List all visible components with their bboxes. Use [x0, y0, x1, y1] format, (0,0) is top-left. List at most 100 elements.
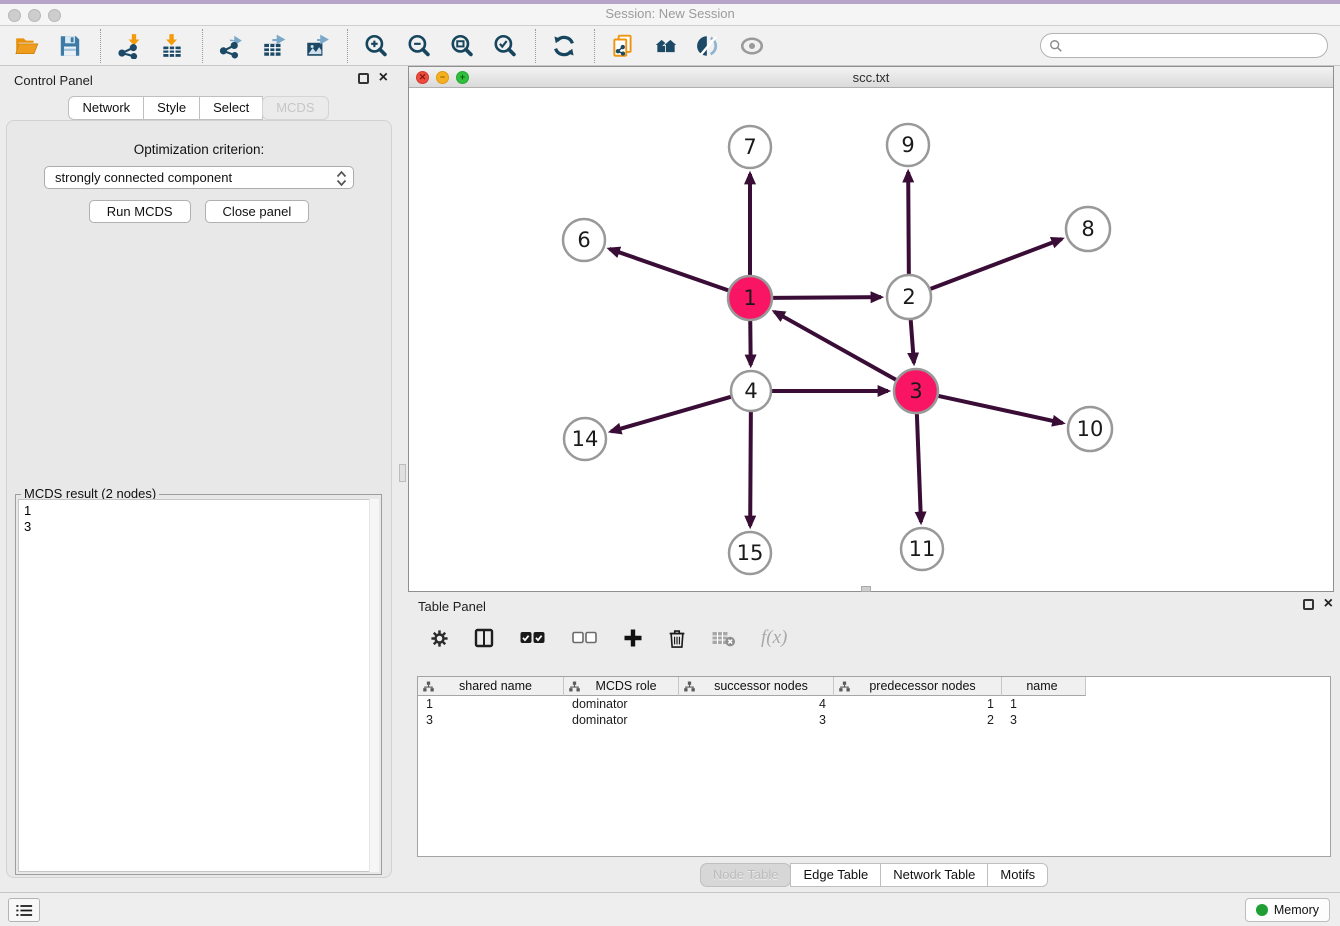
table-panel-title: Table Panel [418, 599, 486, 614]
float-panel-icon[interactable] [358, 73, 369, 84]
delete-table-button[interactable] [711, 629, 736, 647]
graph-edge-2-9[interactable] [908, 172, 909, 274]
graph-node-14[interactable]: 14 [564, 418, 606, 460]
graph-edge-2-8[interactable] [931, 239, 1062, 289]
table-cell[interactable]: 4 [679, 696, 834, 712]
delete-columns-button[interactable] [668, 628, 686, 649]
app-title-bar: Session: New Session [0, 0, 1340, 26]
export-network-button[interactable] [214, 29, 248, 63]
tab-select[interactable]: Select [199, 96, 263, 120]
open-file-button[interactable] [10, 29, 44, 63]
column-header-MCDS-role[interactable]: MCDS role [564, 677, 679, 696]
save-session-button[interactable] [53, 29, 87, 63]
tab-mcds[interactable]: MCDS [262, 96, 328, 120]
table-row[interactable]: 3dominator323 [418, 712, 1330, 728]
graph-node-7[interactable]: 7 [729, 126, 771, 168]
float-panel-icon[interactable] [1303, 599, 1314, 610]
table-cell[interactable]: dominator [564, 712, 679, 728]
export-image-button[interactable] [300, 29, 334, 63]
run-mcds-button[interactable]: Run MCDS [89, 200, 191, 223]
control-panel: Control Panel × NetworkStyleSelectMCDS O… [0, 66, 397, 892]
mcds-result-text[interactable]: 13 [18, 499, 379, 872]
column-header-shared-name[interactable]: shared name [418, 677, 564, 696]
graph-node-2[interactable]: 2 [887, 275, 931, 319]
table-panel: Table Panel × f(x) shared nameMCDS roles… [408, 592, 1340, 892]
zoom-selected-button[interactable] [488, 29, 522, 63]
svg-text:2: 2 [902, 285, 915, 309]
close-panel-button[interactable]: Close panel [205, 200, 310, 223]
eye-icon [739, 33, 765, 59]
graph-edge-3-10[interactable] [938, 396, 1062, 423]
table-cell[interactable]: 1 [834, 696, 1002, 712]
table-cell[interactable]: 3 [418, 712, 564, 728]
select-all-columns-button[interactable] [519, 631, 546, 645]
graph-node-1[interactable]: 1 [728, 276, 772, 320]
network-window-titlebar[interactable]: ✕ − + scc.txt [409, 67, 1333, 88]
import-table-button[interactable] [155, 29, 189, 63]
table-settings-button[interactable] [430, 629, 449, 648]
import-network-button[interactable] [112, 29, 146, 63]
table-cell[interactable]: dominator [564, 696, 679, 712]
search-input[interactable] [1069, 38, 1319, 53]
create-column-button[interactable] [623, 628, 643, 648]
deselect-all-columns-button[interactable] [571, 631, 598, 645]
graph-edge-4-14[interactable] [611, 397, 731, 432]
graph-node-15[interactable]: 15 [729, 532, 771, 574]
graph-edge-3-1[interactable] [774, 312, 896, 380]
show-column-pane-button[interactable] [474, 628, 494, 648]
table-cell[interactable]: 1 [418, 696, 564, 712]
first-neighbors-button[interactable] [649, 29, 683, 63]
criterion-dropdown[interactable]: strongly connected component [44, 166, 354, 189]
table-cell[interactable]: 3 [679, 712, 834, 728]
graph-edge-4-15[interactable] [750, 412, 751, 526]
result-scrollbar[interactable] [369, 499, 379, 872]
toolbar-search[interactable] [1040, 33, 1328, 58]
graph-node-4[interactable]: 4 [731, 371, 771, 411]
export-image-icon [304, 33, 330, 59]
zoom-out-icon [406, 33, 432, 59]
table-tab-network-table[interactable]: Network Table [880, 863, 988, 887]
column-header-predecessor-nodes[interactable]: predecessor nodes [834, 677, 1002, 696]
function-builder-button[interactable]: f(x) [761, 627, 787, 649]
table-row[interactable]: 1dominator411 [418, 696, 1330, 712]
zoom-out-button[interactable] [402, 29, 436, 63]
close-panel-icon[interactable]: × [379, 69, 388, 87]
zoom-selected-icon [492, 33, 518, 59]
graph-node-8[interactable]: 8 [1066, 207, 1110, 251]
show-all-button[interactable] [735, 29, 769, 63]
network-canvas[interactable]: 7 9 6 8 1 2 4 3 14 10 15 11 [409, 88, 1333, 591]
table-cell[interactable]: 1 [1002, 696, 1086, 712]
svg-text:10: 10 [1077, 417, 1104, 441]
graph-edge-1-2[interactable] [773, 297, 881, 298]
table-tab-edge-table[interactable]: Edge Table [790, 863, 881, 887]
table-cell[interactable]: 3 [1002, 712, 1086, 728]
column-header-name[interactable]: name [1002, 677, 1086, 696]
export-table-button[interactable] [257, 29, 291, 63]
hide-selected-button[interactable] [692, 29, 726, 63]
open-folder-icon [14, 33, 40, 59]
tab-network[interactable]: Network [68, 96, 144, 120]
graph-node-9[interactable]: 9 [887, 124, 929, 166]
task-history-button[interactable] [8, 898, 40, 922]
table-cell[interactable]: 2 [834, 712, 1002, 728]
column-header-successor-nodes[interactable]: successor nodes [679, 677, 834, 696]
graph-node-11[interactable]: 11 [901, 528, 943, 570]
graph-edge-1-6[interactable] [609, 249, 728, 291]
memory-button[interactable]: Memory [1245, 898, 1330, 922]
table-toolbar: f(x) [408, 618, 1340, 658]
table-tab-motifs[interactable]: Motifs [987, 863, 1048, 887]
graph-node-6[interactable]: 6 [563, 219, 605, 261]
panel-splitter-handle[interactable] [399, 464, 406, 482]
zoom-fit-button[interactable] [445, 29, 479, 63]
apply-layout-button[interactable] [547, 29, 581, 63]
graph-edge-3-11[interactable] [917, 414, 921, 522]
control-panel-title: Control Panel [14, 73, 93, 88]
table-tab-node-table[interactable]: Node Table [700, 863, 792, 887]
close-panel-icon[interactable]: × [1324, 595, 1333, 613]
tab-style[interactable]: Style [143, 96, 200, 120]
clone-network-button[interactable] [606, 29, 640, 63]
graph-node-10[interactable]: 10 [1068, 407, 1112, 451]
graph-edge-2-3[interactable] [911, 320, 914, 363]
graph-node-3[interactable]: 3 [894, 369, 938, 413]
zoom-in-button[interactable] [359, 29, 393, 63]
